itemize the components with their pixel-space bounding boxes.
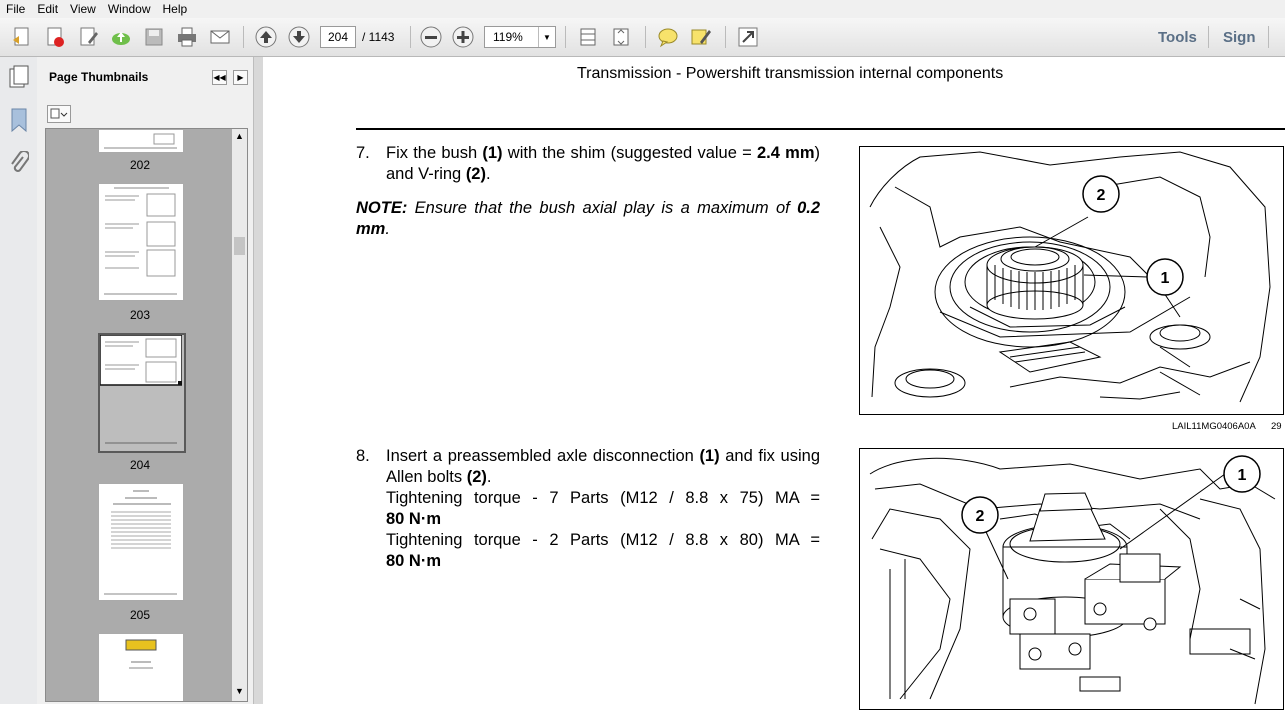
- expand-icon[interactable]: [736, 25, 760, 49]
- thumbnails-panel: Page Thumbnails ◀◀ ▶ 202 203 204 205 ▲ ▼: [37, 57, 253, 704]
- menu-bar: File Edit View Window Help: [0, 0, 1285, 18]
- edit-document-icon[interactable]: [77, 25, 101, 49]
- save-icon[interactable]: [142, 25, 166, 49]
- callout-1: 1: [1238, 467, 1247, 484]
- torque-value-2: 80 N·m: [386, 552, 442, 570]
- thumbnail-label: 205: [129, 608, 151, 622]
- toolbar: 204 / 1143 119% ▼ Tools Sign: [0, 18, 1285, 57]
- zoom-out-icon[interactable]: [419, 25, 443, 49]
- thumbnail-page-205[interactable]: [98, 483, 184, 601]
- page-header: Transmission - Powershift transmission i…: [577, 65, 1004, 82]
- figure-number: 29: [1271, 421, 1282, 432]
- menu-help[interactable]: Help: [157, 0, 194, 17]
- note-text: NOTE: Ensure that the bush axial play is…: [356, 199, 820, 238]
- expand-panel-icon[interactable]: ▶: [233, 70, 248, 85]
- thumbnail-scrollbar[interactable]: ▲ ▼: [232, 129, 247, 701]
- attachments-icon[interactable]: [9, 150, 30, 180]
- menu-file[interactable]: File: [0, 0, 31, 17]
- fit-width-icon[interactable]: [576, 25, 600, 49]
- thumbnail-list[interactable]: 202 203 204 205 ▲ ▼: [45, 128, 248, 702]
- header-rule: [356, 128, 1285, 130]
- callout-1: 1: [1161, 270, 1170, 287]
- figure-axle-disconnection: 1 2: [859, 448, 1284, 710]
- page-number-input[interactable]: 204: [320, 26, 356, 48]
- upload-cloud-icon[interactable]: [109, 25, 133, 49]
- next-page-icon[interactable]: [287, 25, 311, 49]
- zoom-in-icon[interactable]: [451, 25, 475, 49]
- zoom-level-select[interactable]: 119% ▼: [484, 26, 556, 48]
- scroll-up-icon[interactable]: ▲: [235, 131, 244, 141]
- thumbnail-page-203[interactable]: [98, 183, 184, 301]
- fit-page-icon[interactable]: [609, 25, 633, 49]
- thumbnail-label: 203: [129, 308, 151, 322]
- thumbnail-label: 202: [129, 158, 151, 172]
- panel-splitter[interactable]: [253, 57, 263, 704]
- comment-icon[interactable]: [656, 25, 680, 49]
- collapse-panel-icon[interactable]: ◀◀: [212, 70, 227, 85]
- step-number: 8.: [356, 447, 370, 465]
- panel-title: Page Thumbnails: [49, 70, 149, 84]
- page-total: / 1143: [362, 30, 395, 44]
- previous-page-icon[interactable]: [254, 25, 278, 49]
- menu-window[interactable]: Window: [102, 0, 157, 17]
- sign-button[interactable]: Sign: [1223, 29, 1256, 46]
- scrollbar-thumb[interactable]: [234, 237, 245, 255]
- figure-code: LAIL11MG0406A0A: [1172, 421, 1256, 432]
- highlight-icon[interactable]: [689, 25, 713, 49]
- zoom-level-value: 119%: [493, 30, 523, 44]
- menu-edit[interactable]: Edit: [31, 0, 64, 17]
- print-icon[interactable]: [175, 25, 199, 49]
- chevron-down-icon[interactable]: ▼: [538, 27, 555, 47]
- step-number: 7.: [356, 144, 370, 162]
- thumbnail-page-206[interactable]: [98, 633, 184, 701]
- scroll-down-icon[interactable]: ▼: [235, 686, 244, 696]
- email-icon[interactable]: [208, 25, 232, 49]
- callout-2: 2: [1097, 187, 1106, 204]
- create-pdf-icon[interactable]: [10, 25, 34, 49]
- torque-line-2: Tightening torque - 2 Parts (M12 / 8.8 x…: [386, 531, 820, 549]
- thumbnail-label: 204: [129, 458, 151, 472]
- step-8-text: Insert a preassembled axle disconnection…: [386, 447, 820, 486]
- tools-button[interactable]: Tools: [1158, 29, 1197, 46]
- page-thumbnails-icon[interactable]: [8, 65, 30, 94]
- thumbnail-page-202[interactable]: [98, 129, 184, 153]
- navigation-rail: [0, 57, 38, 704]
- thumbnail-options-icon[interactable]: [47, 105, 71, 123]
- figure-bush-v-ring: 2 1: [859, 146, 1284, 415]
- bookmarks-icon[interactable]: [9, 107, 29, 136]
- torque-line-1: Tightening torque - 7 Parts (M12 / 8.8 x…: [386, 489, 820, 507]
- callout-2: 2: [976, 508, 985, 525]
- torque-value-1: 80 N·m: [386, 510, 442, 528]
- menu-view[interactable]: View: [64, 0, 102, 17]
- panel-header: Page Thumbnails ◀◀ ▶: [37, 57, 253, 97]
- open-file-icon[interactable]: [43, 25, 67, 49]
- step-7-text: Fix the bush (1) with the shim (suggeste…: [386, 144, 820, 183]
- thumbnail-page-204-selected[interactable]: [98, 333, 186, 453]
